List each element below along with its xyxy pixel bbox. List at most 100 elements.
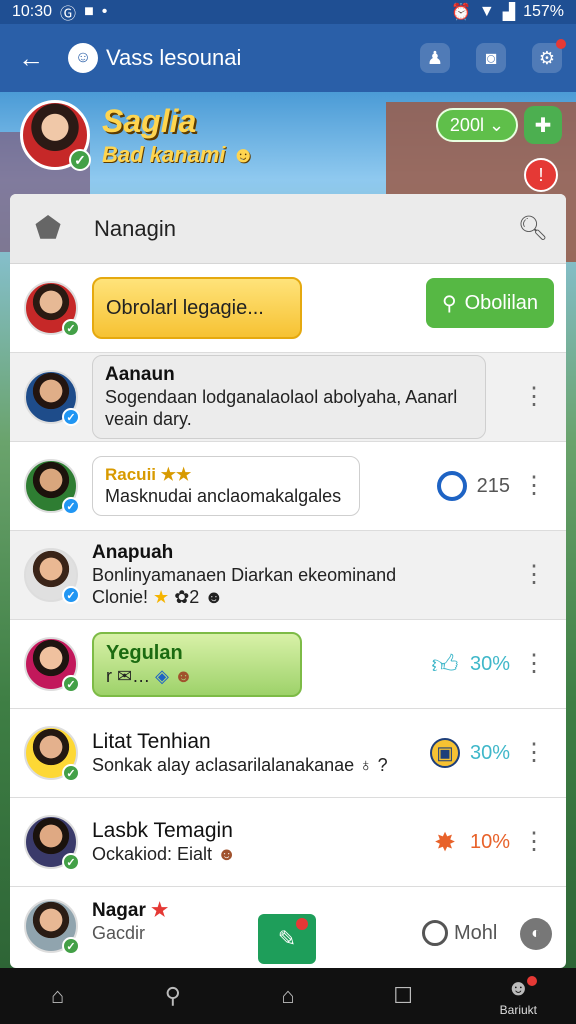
contact-name: Racuii bbox=[105, 465, 157, 484]
app-title: Vass lesounai bbox=[106, 45, 242, 70]
wifi-icon: ▼ bbox=[478, 3, 495, 20]
settings-icon[interactable]: ⚙ bbox=[532, 39, 566, 73]
join-button[interactable]: ⚲ Obolilan bbox=[426, 278, 554, 328]
sticker-icon-3: ☻ bbox=[173, 665, 193, 686]
home-icon[interactable]: ⌂ bbox=[13, 968, 103, 1024]
trophy-icon: ▣ bbox=[429, 738, 460, 768]
square-icon[interactable]: ☐ bbox=[358, 968, 448, 1024]
alert-icon[interactable]: ! bbox=[524, 158, 558, 192]
contact-name: Nagar ★ bbox=[92, 900, 169, 921]
message-bubble: Racuii ★★ Masknudai anclaomakalgales bbox=[92, 456, 360, 516]
verified-check-icon: ✓ bbox=[69, 149, 91, 171]
list-item[interactable]: ✓ Obrolarl legagie... ⚲ Obolilan bbox=[10, 264, 566, 353]
dot-icon: • bbox=[101, 3, 108, 20]
star-icon: ★★ bbox=[160, 465, 192, 484]
search-icon[interactable]: 🔍︎ bbox=[518, 214, 548, 243]
list-item[interactable]: ✓ Aanaun Sogendaan lodganalaolaol abolya… bbox=[10, 353, 566, 442]
list-item[interactable]: ✓ Litat Tenhian Sonkak alay aclasarilala… bbox=[10, 709, 566, 798]
more-options-icon[interactable]: ⋮ bbox=[522, 385, 546, 409]
more-options-icon[interactable]: ⋮ bbox=[522, 830, 546, 854]
compose-button[interactable]: ✎ bbox=[258, 914, 316, 964]
bottom-nav: ⌂ ⚲ ⌂ ☐ ☻ Bariukt bbox=[0, 968, 576, 1024]
list-item[interactable]: ✓ Yegulan r ✉… ◈ ☻ 👍︎ 30% ⋮ bbox=[10, 620, 566, 709]
contact-name: Aanaun bbox=[105, 364, 175, 385]
avatar: ✓ bbox=[24, 548, 80, 604]
g-icon: Ⓖ bbox=[60, 6, 77, 23]
fire-icon bbox=[436, 471, 467, 501]
notification-dot bbox=[296, 918, 308, 930]
notification-dot bbox=[556, 39, 566, 49]
notification-dot bbox=[527, 976, 538, 986]
burst-icon: ✸ bbox=[434, 826, 456, 857]
star-icon: ★ bbox=[151, 900, 169, 921]
list-item[interactable]: ✓ Anapuah Bonlinyamanaen Diarkan ekeomin… bbox=[10, 531, 566, 620]
online-indicator[interactable]: Mohl bbox=[422, 920, 497, 946]
more-options-icon[interactable]: ⋮ bbox=[522, 474, 546, 498]
verified-check-icon: ✓ bbox=[62, 937, 80, 955]
panel-title: Nanagin bbox=[94, 215, 176, 241]
avatar: ✓ bbox=[24, 459, 80, 515]
message-text: Sogendaan lodganalaolaol abolyaha, Aanar… bbox=[105, 387, 458, 429]
back-arrow-icon[interactable]: ← bbox=[14, 41, 48, 75]
more-options-icon[interactable]: ⋮ bbox=[522, 652, 546, 676]
contact-name: Anapuah bbox=[92, 542, 174, 563]
nav-profile-label: Bariukt bbox=[499, 1003, 538, 1017]
status-bar: 10:30 Ⓖ ■ • ⏰ ▼ ▟ 157% bbox=[0, 0, 576, 24]
verified-check-icon: ✓ bbox=[62, 497, 80, 515]
gift-icon: ✿ bbox=[174, 587, 190, 607]
game-home-icon[interactable]: ⌂ bbox=[243, 968, 333, 1024]
coin-counter[interactable]: 200l ⌄ bbox=[436, 108, 518, 142]
face-icon: ☻ bbox=[217, 844, 237, 864]
profile-avatar[interactable]: ✓ bbox=[20, 100, 91, 171]
like-icon: 👍︎ bbox=[431, 648, 459, 679]
message-bubble[interactable]: Yegulan r ✉… ◈ ☻ bbox=[92, 631, 302, 697]
avatar: ✓ bbox=[24, 370, 80, 426]
verified-check-icon: ✓ bbox=[62, 853, 80, 871]
stat-value: 215 bbox=[476, 474, 510, 497]
sticker-icon-2: ◈ bbox=[155, 665, 169, 686]
avatar: ✓ bbox=[24, 637, 80, 693]
panel-header: ⬟ Nanagin 🔍︎ bbox=[10, 194, 566, 264]
verified-check-icon: ✓ bbox=[62, 408, 80, 426]
message-bubble[interactable]: Obrolarl legagie... bbox=[92, 277, 302, 339]
search-icon[interactable]: ⚲ bbox=[128, 968, 218, 1024]
link-icon: ⚲ bbox=[441, 292, 457, 315]
list-item[interactable]: ✓ Lasbk Temagin Ockakiod: Eialt ☻ ✸ 10% … bbox=[10, 798, 566, 887]
more-options-icon[interactable]: ⋮ bbox=[522, 563, 546, 587]
stat-badge: 👍︎ 30% bbox=[430, 649, 510, 679]
stat-value: 10% bbox=[469, 830, 510, 853]
list-item[interactable]: ✓ Racuii ★★ Masknudai anclaomakalgales 2… bbox=[10, 442, 566, 531]
profile-subtitle: Bad kanami ☻ bbox=[102, 141, 255, 167]
contact-name: Yegulan bbox=[106, 641, 183, 664]
chevron-down-icon: ⌄ bbox=[488, 114, 505, 135]
signal-icon: ▟ bbox=[502, 4, 516, 21]
chat-icon[interactable]: ◐ bbox=[520, 918, 552, 950]
profile-icon[interactable]: ☻ Bariukt bbox=[473, 968, 563, 1024]
verified-check-icon: ✓ bbox=[62, 586, 80, 604]
app-logo-icon: ☺ bbox=[68, 43, 98, 73]
stat-badge: 215 bbox=[436, 471, 510, 501]
more-options-icon[interactable]: ⋮ bbox=[522, 741, 546, 765]
stat-value: 30% bbox=[469, 741, 510, 764]
stat-badge: ▣ 30% bbox=[429, 738, 510, 768]
camera-icon[interactable]: ◙ bbox=[476, 43, 506, 73]
avatar: ✓ bbox=[24, 815, 80, 871]
notification-icon: ■ bbox=[84, 3, 94, 20]
app-bar: ← ☺ Vass lesounai ♟ ◙ ⚙ bbox=[0, 24, 576, 92]
profile-name: Saglia bbox=[102, 102, 197, 139]
sticker-icon: ✉… bbox=[117, 665, 151, 686]
stat-badge: ✸ 10% bbox=[430, 827, 510, 857]
message-text-2: Clonie! ★ ✿2 ☻ bbox=[92, 587, 224, 607]
pencil-icon: ✎ bbox=[277, 926, 297, 951]
message-bubble: Aanaun Sogendaan lodganalaolaol abolyaha… bbox=[92, 355, 486, 439]
stat-value: 30% bbox=[469, 652, 510, 675]
verified-check-icon: ✓ bbox=[62, 675, 80, 693]
message-text: Masknudai anclaomakalgales bbox=[105, 486, 342, 506]
panel-badge-icon: ⬟ bbox=[34, 212, 62, 245]
user-add-icon[interactable]: ♟ bbox=[420, 43, 450, 73]
puzzle-icon[interactable]: ✚ bbox=[524, 106, 562, 144]
online-icon bbox=[422, 920, 448, 946]
face-icon: ☻ bbox=[204, 587, 224, 607]
avatar: ✓ bbox=[24, 726, 80, 782]
message-text: Bonlinyamanaen Diarkan ekeominand bbox=[92, 565, 397, 585]
